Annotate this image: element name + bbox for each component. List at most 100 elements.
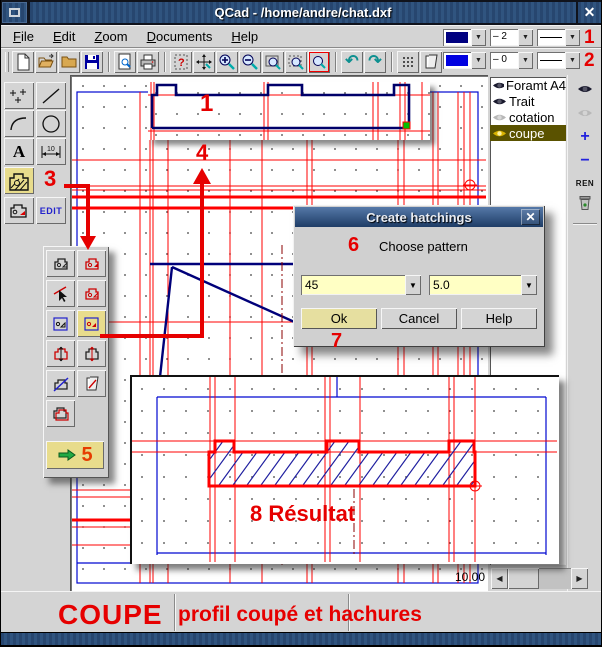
select-intersected-button[interactable]	[77, 340, 106, 367]
pattern-combo[interactable]: 45 ▼	[301, 275, 421, 295]
add-layer-button[interactable]: +	[572, 127, 598, 147]
invert-selection-button[interactable]	[46, 340, 75, 367]
layer-row-cotation[interactable]: cotation	[490, 109, 566, 125]
undo-button[interactable]: ↶	[341, 51, 363, 73]
select-all-button[interactable]	[77, 250, 106, 277]
open-file-button[interactable]	[35, 51, 57, 73]
redo-button[interactable]: ↷	[364, 51, 386, 73]
invert-selection-icon	[52, 345, 70, 363]
eye-closed-icon[interactable]	[492, 112, 507, 123]
points-tool-button[interactable]	[4, 82, 34, 109]
chevron-down-icon[interactable]: ▼	[518, 29, 533, 46]
remove-layer-button[interactable]: −	[572, 151, 598, 171]
horizontal-scrollbar[interactable]: ◀ ▶	[491, 568, 588, 589]
close-button[interactable]: ✕	[578, 2, 601, 23]
select-contour-button[interactable]	[77, 280, 106, 307]
profile-inset-canvas	[148, 82, 430, 140]
edit-mode-button[interactable]: EDIT	[36, 197, 66, 224]
menu-edit[interactable]: Edit	[53, 29, 75, 44]
zoom-in-button[interactable]	[216, 51, 238, 73]
scale-combo[interactable]: 5.0 ▼	[429, 275, 537, 295]
circle-tool-button[interactable]	[36, 110, 66, 137]
scroll-left-button[interactable]: ◀	[491, 568, 508, 589]
show-layer-button[interactable]	[572, 79, 598, 99]
pages-toggle-button[interactable]	[420, 51, 442, 73]
dialog-close-button[interactable]: ✕	[521, 209, 540, 225]
window-menu-button[interactable]	[2, 2, 27, 23]
select-object-button[interactable]	[46, 250, 75, 277]
linestyle-combo-2[interactable]: ▼	[537, 52, 580, 69]
print-button[interactable]	[137, 51, 159, 73]
trash-icon	[578, 195, 592, 211]
delete-layer-button[interactable]	[572, 191, 598, 215]
grid-toggle-button[interactable]	[397, 51, 419, 73]
new-file-button[interactable]	[12, 51, 34, 73]
layer-row-trait[interactable]: Trait	[490, 93, 566, 109]
chevron-down-icon[interactable]: ▼	[518, 52, 533, 69]
zoom-window-button[interactable]	[262, 51, 284, 73]
select-layer-button[interactable]	[77, 370, 106, 397]
chevron-down-icon[interactable]: ▼	[471, 29, 486, 46]
layer-row-format[interactable]: Foramt A4	[490, 77, 566, 93]
scrollbar-thumb[interactable]	[508, 568, 539, 589]
color-combo-1[interactable]: ▼	[443, 29, 486, 46]
print-preview-button[interactable]	[114, 51, 136, 73]
create-hatchings-dialog: Create hatchings ✕ 6 Choose pattern 45 ▼…	[293, 205, 545, 347]
chevron-down-icon[interactable]: ▼	[565, 52, 580, 69]
open-folder-icon	[37, 53, 55, 71]
deselect-all-button[interactable]	[46, 370, 75, 397]
import-button[interactable]	[58, 51, 80, 73]
line-tool-button[interactable]	[36, 82, 66, 109]
pan-button[interactable]	[193, 51, 215, 73]
chevron-down-icon[interactable]: ▼	[521, 275, 537, 295]
arc-icon	[8, 114, 30, 134]
dimension-tool-button[interactable]: 10	[36, 138, 66, 165]
grid-icon	[399, 53, 417, 71]
color-combo-2[interactable]: ▼	[443, 52, 486, 69]
close-icon: ✕	[525, 210, 535, 224]
arc-tool-button[interactable]	[4, 110, 34, 137]
width-combo-2[interactable]: – 0 ▼	[490, 52, 533, 69]
eye-open-icon[interactable]	[492, 80, 504, 91]
hatch-tool-button[interactable]	[4, 167, 34, 194]
attributes-tool-button[interactable]	[4, 197, 34, 224]
eye-open-icon[interactable]	[492, 128, 507, 139]
cancel-button[interactable]: Cancel	[381, 308, 457, 329]
pan-crosshair-icon	[195, 53, 213, 71]
menu-help[interactable]: Help	[231, 29, 258, 44]
menu-documents[interactable]: Documents	[147, 29, 213, 44]
zoom-out-button[interactable]	[239, 51, 261, 73]
dimension-icon: 10	[39, 142, 63, 162]
zoom-auto-button[interactable]	[285, 51, 307, 73]
eye-open-icon[interactable]	[492, 96, 507, 107]
title-bar[interactable]: QCad - /home/andre/chat.dxf	[30, 2, 576, 23]
select-double-button[interactable]	[46, 400, 75, 427]
toolbar-handle[interactable]	[5, 52, 9, 72]
menu-file[interactable]: File	[13, 29, 34, 44]
hide-layer-button[interactable]	[572, 103, 598, 123]
help-button[interactable]: Help	[461, 308, 537, 329]
chevron-down-icon[interactable]: ▼	[471, 52, 486, 69]
continue-button[interactable]: 5	[46, 441, 104, 469]
select-window-button[interactable]	[46, 310, 75, 337]
annotation-line-3	[86, 184, 90, 236]
svg-text:?: ?	[178, 57, 185, 69]
scroll-right-button[interactable]: ▶	[571, 568, 588, 589]
width-value-2: – 0	[490, 52, 518, 69]
dialog-title-bar[interactable]: Create hatchings ✕	[295, 207, 543, 227]
scrollbar-track[interactable]	[539, 568, 571, 589]
menu-zoom[interactable]: Zoom	[94, 29, 127, 44]
save-button[interactable]	[81, 51, 103, 73]
zoom-previous-button[interactable]	[308, 51, 330, 73]
ok-button[interactable]: Ok	[301, 308, 377, 329]
deselect-button[interactable]	[46, 280, 75, 307]
linestyle-combo-1[interactable]: ▼	[537, 29, 580, 46]
deselect-window-button[interactable]	[77, 310, 106, 337]
rename-layer-button[interactable]: REN	[572, 173, 598, 193]
chevron-down-icon[interactable]: ▼	[565, 29, 580, 46]
text-tool-button[interactable]: A	[4, 138, 34, 165]
layer-row-coupe[interactable]: coupe	[490, 125, 566, 141]
chevron-down-icon[interactable]: ▼	[405, 275, 421, 295]
width-combo-1[interactable]: – 2 ▼	[490, 29, 533, 46]
redraw-button[interactable]: ?	[170, 51, 192, 73]
